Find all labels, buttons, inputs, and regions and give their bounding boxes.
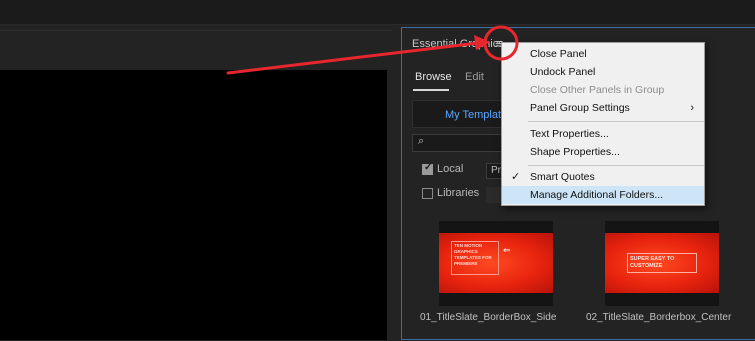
menu-item-shape-properties[interactable]: Shape Properties... [502,143,704,161]
check-icon: ✓ [511,171,521,183]
tab-browse[interactable]: Browse [415,71,452,83]
libraries-checkbox[interactable] [422,188,433,199]
thumbnail-overlay-text: SUPER EASY TO CUSTOMIZE [630,256,675,269]
search-icon: ⌕ [418,135,425,147]
arrow-left-icon: ⇐ [503,245,511,255]
local-checkbox[interactable] [422,162,433,175]
libraries-label: Libraries [437,187,480,199]
menu-separator [528,165,704,166]
menu-item-label: Panel Group Settings [530,102,630,114]
thumbnail-caption-1: 01_TitleSlate_BorderBox_Side [420,312,557,323]
thumbnail-image: TEN MOTION GRAPHICS TEMPLATES FOR PREMIE… [439,233,553,293]
menu-item-label: Undock Panel [530,66,596,78]
menu-item-label: Text Properties... [530,128,609,140]
menu-item-undock-panel[interactable]: Undock Panel [502,63,704,81]
menu-item-close-panel[interactable]: Close Panel [502,45,704,63]
panel-context-menu: Close Panel Undock Panel Close Other Pan… [501,42,705,206]
menu-item-label: Smart Quotes [530,171,595,183]
menu-item-label: Close Other Panels in Group [530,84,665,96]
menu-item-label: Manage Additional Folders... [530,189,664,201]
menu-separator [528,121,704,122]
menu-item-panel-group-settings[interactable]: Panel Group Settings › [502,99,704,117]
tab-edit[interactable]: Edit [465,71,484,83]
template-thumbnail-1[interactable]: TEN MOTION GRAPHICS TEMPLATES FOR PREMIE… [439,221,553,306]
thumbnail-caption-2: 02_TitleSlate_Borderbox_Center [586,312,732,323]
menu-item-label: Shape Properties... [530,146,620,158]
active-tab-indicator [413,89,449,91]
menu-item-close-other-panels: Close Other Panels in Group [502,81,704,99]
panel-title: Essential Graphics [412,38,504,50]
menu-item-manage-additional-folders[interactable]: Manage Additional Folders... [502,186,704,204]
template-thumbnail-2[interactable]: SUPER EASY TO CUSTOMIZE [605,221,719,306]
chevron-right-icon: › [690,102,694,114]
program-monitor-viewer[interactable] [0,70,387,340]
menu-item-smart-quotes[interactable]: ✓ Smart Quotes [502,168,704,186]
menu-item-label: Close Panel [530,48,587,60]
thumbnail-image: SUPER EASY TO CUSTOMIZE [605,233,719,293]
local-label: Local [437,163,464,175]
menu-item-text-properties[interactable]: Text Properties... [502,125,704,143]
app-top-bar [0,0,755,25]
thumbnail-overlay-text: TEN MOTION GRAPHICS TEMPLATES FOR PREMIE… [454,243,492,266]
